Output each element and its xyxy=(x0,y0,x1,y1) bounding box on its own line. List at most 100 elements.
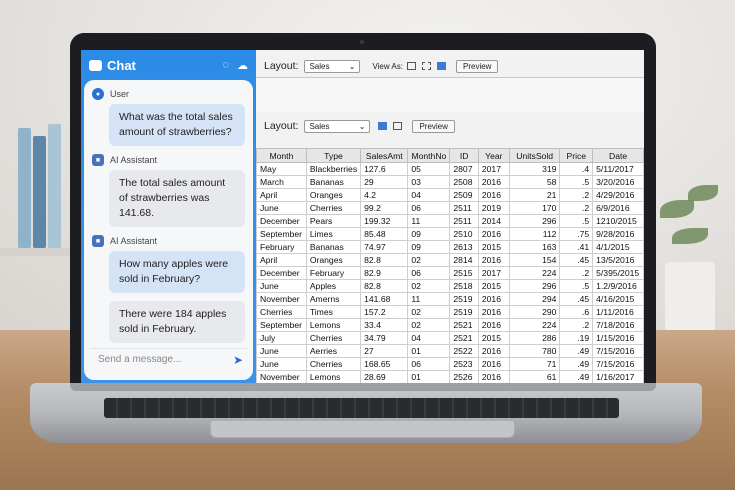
table-cell[interactable]: June xyxy=(256,357,307,371)
column-header[interactable]: Year xyxy=(477,148,510,163)
table-cell[interactable]: 71 xyxy=(508,357,561,371)
table-cell[interactable]: July xyxy=(256,331,307,345)
list-view-icon[interactable] xyxy=(422,62,431,70)
table-row[interactable]: June Cherries 168.65 06 2523 2016 71.49 7/15/20… xyxy=(256,357,644,371)
cloud-icon[interactable]: ☁ xyxy=(237,59,248,72)
table-cell[interactable]: 2017 xyxy=(477,162,510,176)
column-header[interactable]: MonthNo xyxy=(407,148,451,163)
table-cell[interactable]: 296 xyxy=(508,279,561,293)
table-cell[interactable]: May xyxy=(256,162,307,176)
table-cell[interactable]: 2016 xyxy=(477,370,510,383)
table-row[interactable]: December Pears 199.32 11 2511 2014 296.5 1210/2… xyxy=(256,214,644,228)
table-row[interactable]: November Lemons 28.69 01 2526 2016 61.49 1/16/2… xyxy=(256,370,644,383)
table-cell[interactable]: 2019 xyxy=(477,201,510,215)
table-cell[interactable]: .2 xyxy=(559,201,594,215)
table-row[interactable]: July Cherries 34.79 04 2521 2015 286.19 1/15/20… xyxy=(256,331,644,345)
table-cell[interactable]: Aerries xyxy=(305,344,362,358)
table-cell[interactable]: Apples xyxy=(305,279,362,293)
table-cell[interactable]: 4/29/2016 xyxy=(592,188,644,202)
table-cell[interactable]: 6/9/2016 xyxy=(592,201,644,215)
table-cell[interactable]: 2519 xyxy=(449,292,479,306)
table-cell[interactable]: 2521 xyxy=(449,318,479,332)
table-cell[interactable]: 2523 xyxy=(449,357,479,371)
table-cell[interactable]: 2807 xyxy=(449,162,479,176)
table-cell[interactable]: 163 xyxy=(508,240,561,254)
table-cell[interactable]: December xyxy=(256,266,307,280)
table-cell[interactable]: March xyxy=(256,175,307,189)
table-cell[interactable]: Cherries xyxy=(305,201,362,215)
table-cell[interactable]: 4/1/2015 xyxy=(592,240,644,254)
table-cell[interactable]: 06 xyxy=(407,357,451,371)
table-cell[interactable]: Pears xyxy=(305,214,362,228)
table-cell[interactable]: 224 xyxy=(508,318,561,332)
table-cell[interactable]: 06 xyxy=(407,201,451,215)
layout-select[interactable]: Sales ⌄ xyxy=(304,119,371,133)
send-icon[interactable]: ➤ xyxy=(233,353,243,367)
table-cell[interactable]: 780 xyxy=(508,344,561,358)
table-cell[interactable]: 29 xyxy=(360,175,409,189)
table-cell[interactable]: 02 xyxy=(407,279,451,293)
table-row[interactable]: September Limes 85.48 09 2510 2016 112.75 9/28/… xyxy=(256,227,644,241)
table-cell[interactable]: 82.8 xyxy=(360,279,409,293)
table-row[interactable]: September Lemons 33.4 02 2521 2016 224.2 7/18/2… xyxy=(256,318,644,332)
table-cell[interactable]: 04 xyxy=(407,188,451,202)
table-cell[interactable]: 296 xyxy=(508,214,561,228)
table-cell[interactable]: 294 xyxy=(508,292,561,306)
table-cell[interactable]: 3/20/2016 xyxy=(592,175,644,189)
table-cell[interactable]: February xyxy=(256,240,307,254)
column-header[interactable]: Month xyxy=(256,148,307,163)
table-cell[interactable]: 5/395/2015 xyxy=(592,266,644,280)
table-cell[interactable]: 58 xyxy=(508,175,561,189)
table-cell[interactable]: 2508 xyxy=(449,175,479,189)
table-cell[interactable]: 74.97 xyxy=(360,240,409,254)
table-cell[interactable]: 1/16/2017 xyxy=(592,370,644,383)
table-cell[interactable]: 82.9 xyxy=(360,266,409,280)
table-cell[interactable]: 168.65 xyxy=(360,357,409,371)
table-cell[interactable]: .49 xyxy=(559,370,594,383)
table-cell[interactable]: 09 xyxy=(407,240,451,254)
table-cell[interactable]: 21 xyxy=(508,188,561,202)
table-cell[interactable]: .45 xyxy=(559,292,594,306)
table-cell[interactable]: April xyxy=(256,253,307,267)
table-cell[interactable]: 7/18/2016 xyxy=(592,318,644,332)
table-cell[interactable]: 2522 xyxy=(449,344,479,358)
table-cell[interactable]: 2015 xyxy=(477,331,510,345)
table-cell[interactable]: 2015 xyxy=(477,240,510,254)
table-cell[interactable]: Bananas xyxy=(305,175,362,189)
table-cell[interactable]: 2017 xyxy=(477,266,510,280)
table-cell[interactable]: 05 xyxy=(407,162,451,176)
table-cell[interactable]: 9/28/2016 xyxy=(592,227,644,241)
list-view-icon[interactable] xyxy=(378,122,388,130)
table-cell[interactable]: Cherries xyxy=(305,331,362,345)
table-cell[interactable]: 4/16/2015 xyxy=(592,292,644,306)
table-cell[interactable]: Bananas xyxy=(305,240,362,254)
table-row[interactable]: April Oranges 82.8 02 2814 2016 154.45 13/5/201… xyxy=(256,253,644,267)
table-cell[interactable]: 01 xyxy=(407,344,451,358)
table-cell[interactable]: 99.2 xyxy=(360,201,409,215)
table-cell[interactable]: 01 xyxy=(407,370,451,383)
table-cell[interactable]: 82.8 xyxy=(360,253,409,267)
table-cell[interactable]: 199.32 xyxy=(360,214,409,228)
table-cell[interactable]: Oranges xyxy=(305,188,362,202)
table-cell[interactable]: December xyxy=(256,214,307,228)
table-cell[interactable]: 2016 xyxy=(477,305,510,319)
table-cell[interactable]: .2 xyxy=(559,318,594,332)
table-cell[interactable]: 2016 xyxy=(477,292,510,306)
table-cell[interactable]: 2509 xyxy=(449,188,479,202)
table-cell[interactable]: 1210/2015 xyxy=(592,214,644,228)
table-cell[interactable]: 4.2 xyxy=(360,188,409,202)
table-cell[interactable]: 7/15/2016 xyxy=(592,357,644,371)
form-view-icon[interactable] xyxy=(407,62,416,70)
table-cell[interactable]: 28.69 xyxy=(360,370,409,383)
table-cell[interactable]: Cherries xyxy=(305,357,362,371)
table-cell[interactable]: 112 xyxy=(508,227,561,241)
column-header[interactable]: SalesAmt xyxy=(360,148,409,163)
table-cell[interactable]: 2613 xyxy=(449,240,479,254)
loading-icon[interactable]: ◌ xyxy=(222,59,229,72)
table-cell[interactable]: 154 xyxy=(508,253,561,267)
table-cell[interactable]: 170 xyxy=(508,201,561,215)
column-header[interactable]: UnitsSold xyxy=(508,148,561,163)
table-cell[interactable]: Times xyxy=(305,305,362,319)
table-cell[interactable]: 85.48 xyxy=(360,227,409,241)
table-row[interactable]: June Cherries 99.2 06 2511 2019 170.2 6/9/2016 xyxy=(256,201,644,215)
